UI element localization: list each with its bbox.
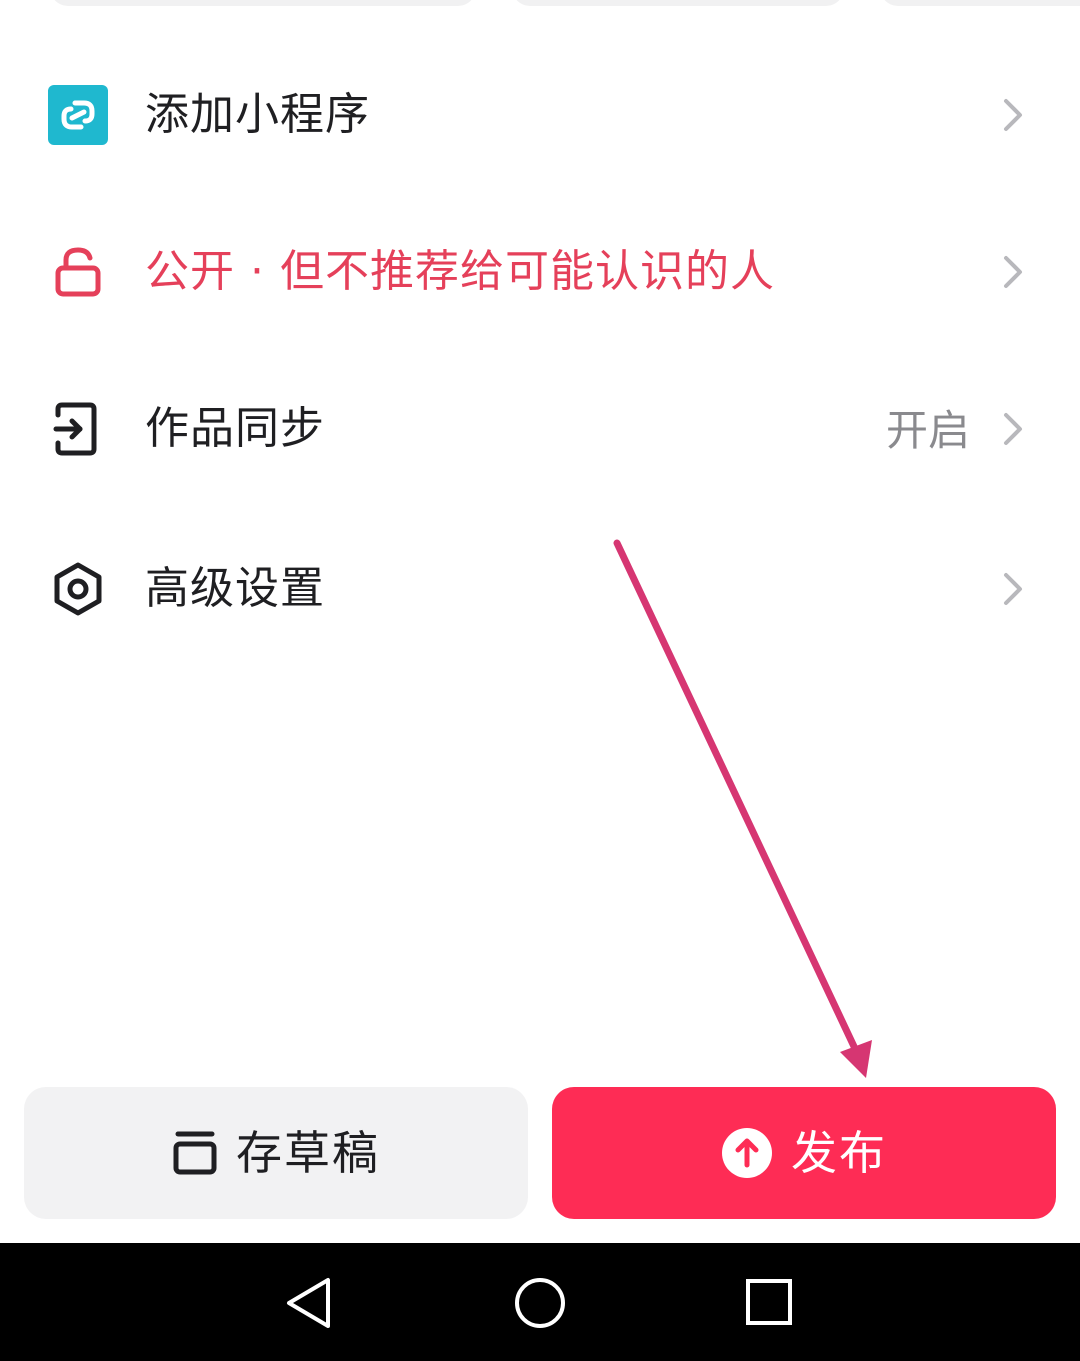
publish-label: 发布 — [791, 1126, 887, 1180]
menu-item-label: 添加小程序 — [145, 89, 370, 140]
publish-button[interactable]: 发布 — [552, 1087, 1056, 1219]
back-icon[interactable] — [279, 1273, 339, 1333]
chevron-right-icon — [996, 85, 1030, 145]
unlock-icon — [48, 242, 108, 302]
save-draft-label: 存草稿 — [236, 1126, 380, 1180]
mini-program-icon — [48, 85, 108, 145]
menu-item-privacy[interactable]: 公开 · 但不推荐给可能认识的人 — [0, 200, 1080, 340]
menu-item-label: 高级设置 — [145, 563, 325, 614]
menu-item-advanced-settings[interactable]: 高级设置 — [0, 518, 1080, 658]
recents-icon[interactable] — [740, 1273, 800, 1333]
menu-item-add-mini-program[interactable]: 添加小程序 — [0, 44, 1080, 184]
settings-hexagon-icon — [48, 559, 108, 619]
top-chip-2[interactable] — [512, 0, 844, 6]
home-icon[interactable] — [510, 1273, 570, 1333]
chevron-right-icon — [996, 399, 1030, 459]
system-navigation-bar — [0, 1243, 1080, 1361]
menu-item-label: 作品同步 — [145, 403, 325, 454]
upload-arrow-icon — [721, 1127, 773, 1179]
menu-item-label: 公开 · 但不推荐给可能认识的人 — [145, 246, 775, 297]
menu-item-sync[interactable]: 作品同步 开启 — [0, 358, 1080, 498]
sync-icon — [48, 399, 108, 459]
top-chip-3[interactable] — [880, 0, 1080, 6]
chevron-right-icon — [996, 559, 1030, 619]
sync-status-value: 开启 — [885, 406, 970, 455]
save-draft-button[interactable]: 存草稿 — [24, 1087, 528, 1219]
chevron-right-icon — [996, 242, 1030, 302]
top-chip-1[interactable] — [50, 0, 476, 6]
draft-box-icon — [172, 1128, 218, 1178]
